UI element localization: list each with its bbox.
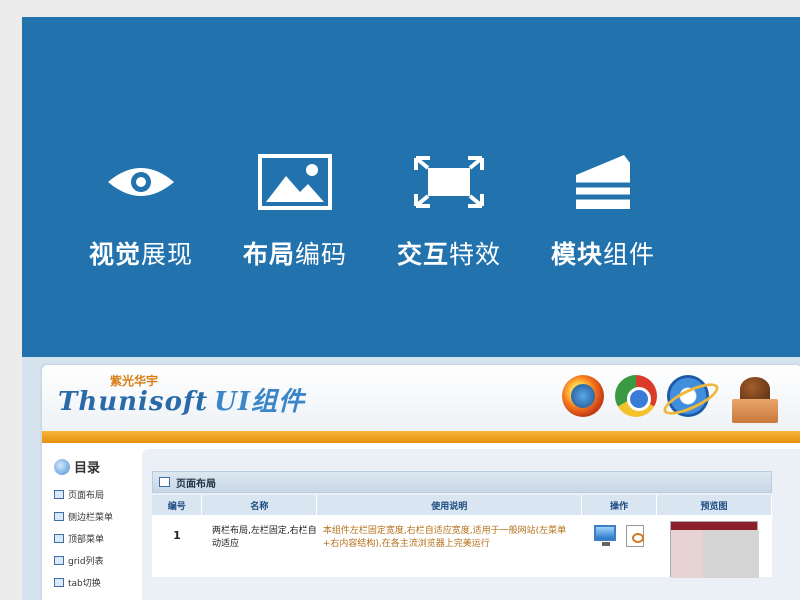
sidebar-item-top-menu[interactable]: 顶部菜单	[54, 527, 113, 549]
logo-ui: UI组件	[214, 387, 305, 417]
expand-icon	[374, 142, 524, 222]
sidebar-item-tab-switch[interactable]: tab切换	[54, 571, 113, 593]
sidebar-item-page-layout[interactable]: 页面布局	[54, 483, 113, 505]
grid-icon	[54, 555, 64, 565]
sidebar-item-label: 侧边栏菜单	[68, 512, 114, 523]
feature-label-rest: 特效	[449, 240, 502, 269]
row-name: 两栏布局,左栏固定,右栏自动适应	[201, 515, 317, 577]
eye-icon	[66, 142, 216, 222]
table-header-row: 编号 名称 使用说明 操作 预览图	[152, 495, 772, 515]
sidebar: 目录 页面布局 侧边栏菜单 顶部菜单 grid列表 tab切换	[42, 449, 140, 600]
chrome-icon[interactable]	[615, 375, 657, 417]
sidebar-item-label: grid列表	[68, 556, 104, 567]
layout-icon	[54, 511, 64, 521]
preview-thumbnail[interactable]	[670, 521, 759, 578]
row-preview	[656, 515, 772, 578]
layout-icon	[159, 477, 170, 487]
row-description: 本组件左栏固定宽度,右栏自适应宽度,适用于一般网站(左菜单+右内容结构),在各主…	[316, 515, 582, 577]
sidebar-item-grid-list[interactable]: grid列表	[54, 549, 113, 571]
layout-icon	[54, 533, 64, 543]
section-title: 页面布局	[176, 478, 216, 490]
feature-label-bold: 视觉	[88, 240, 141, 269]
feature-label-rest: 展现	[141, 240, 194, 269]
feature-label-rest: 组件	[603, 240, 656, 269]
firefox-icon[interactable]	[562, 375, 604, 417]
sidebar-item-side-menu[interactable]: 侧边栏菜单	[54, 505, 113, 527]
column-header: 预览图	[656, 495, 772, 515]
row-number: 1	[152, 515, 202, 577]
sidebar-item-label: 页面布局	[68, 490, 105, 501]
component-table: 编号 名称 使用说明 操作 预览图 1 两栏布局,左栏固定,右栏自动适应 本组件…	[152, 495, 772, 578]
feature-label-bold: 布局	[242, 240, 295, 269]
sidebar-title: 目录	[54, 457, 100, 476]
view-demo-icon[interactable]	[593, 525, 616, 546]
feature-label-rest: 编码	[295, 240, 348, 269]
sidebar-title-text: 目录	[74, 461, 101, 476]
image-icon	[220, 142, 370, 222]
table-row: 1 两栏布局,左栏固定,右栏自动适应 本组件左栏固定宽度,右栏自适应宽度,适用于…	[152, 515, 772, 578]
box-icon	[732, 377, 778, 423]
main-content: 页面布局 编号 名称 使用说明 操作 预览图 1 两栏布局,左栏固定,右栏自动适…	[142, 449, 800, 600]
ui-preview-screenshot: 紫光华宇 Thunisoft UI组件 目录 页面布局 侧边栏菜单 顶部菜单 gr…	[22, 357, 800, 600]
section-header: 页面布局	[152, 471, 772, 493]
globe-icon	[54, 458, 70, 475]
cake-icon	[528, 142, 678, 222]
logo-en: Thunisoft	[58, 387, 209, 417]
tab-icon	[54, 577, 64, 587]
view-code-icon[interactable]	[626, 525, 645, 547]
feature-banner: 视觉展现 布局编码 交互特效 模块组件	[22, 17, 800, 357]
column-header: 操作	[581, 495, 657, 515]
feature-label-bold: 交互	[396, 240, 449, 269]
app-window: 紫光华宇 Thunisoft UI组件 目录 页面布局 侧边栏菜单 顶部菜单 gr…	[42, 365, 800, 600]
feature-label-bold: 模块	[550, 240, 603, 269]
row-actions	[581, 515, 657, 577]
column-header: 名称	[201, 495, 318, 515]
sidebar-list: 页面布局 侧边栏菜单 顶部菜单 grid列表 tab切换	[54, 483, 113, 593]
app-logo: 紫光华宇 Thunisoft UI组件	[58, 374, 305, 418]
logo-cn: 紫光华宇	[110, 374, 159, 388]
layout-icon	[54, 489, 64, 499]
column-header: 编号	[152, 495, 203, 515]
column-header: 使用说明	[316, 495, 583, 515]
sidebar-item-label: 顶部菜单	[68, 534, 105, 545]
header-accent-bar	[42, 431, 800, 443]
sidebar-item-label: tab切换	[68, 578, 101, 589]
ie-icon[interactable]	[667, 375, 709, 417]
app-header: 紫光华宇 Thunisoft UI组件	[42, 365, 800, 431]
